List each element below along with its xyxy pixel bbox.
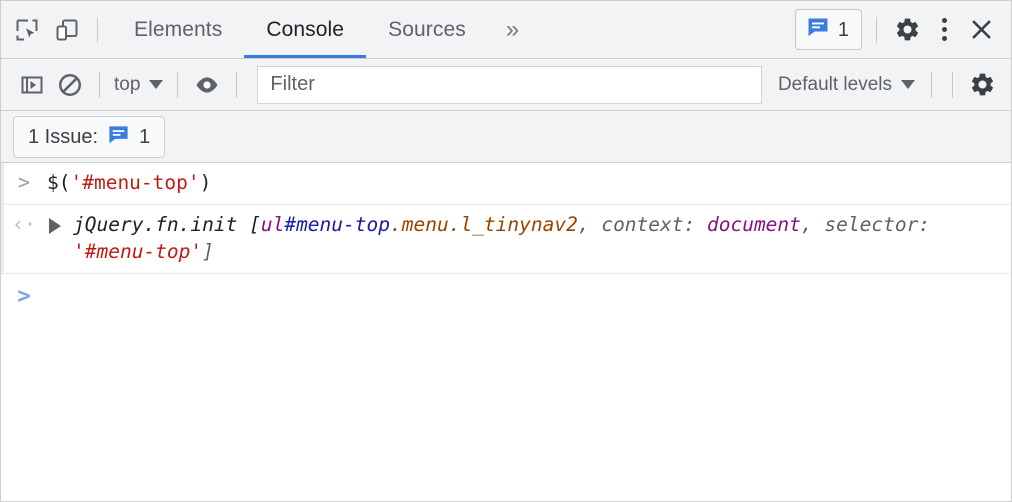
console-input-marker: > bbox=[1, 170, 47, 192]
code-token-string: '#menu-top' bbox=[73, 239, 203, 263]
chevron-down-icon bbox=[149, 80, 164, 89]
clear-console-icon[interactable] bbox=[51, 66, 89, 104]
issues-summary-count: 1 bbox=[139, 125, 151, 148]
log-levels-value: Default levels bbox=[777, 73, 892, 95]
code-token-string: '#menu-top' bbox=[70, 171, 200, 194]
issues-message-icon bbox=[806, 15, 830, 44]
filter-placeholder: Filter bbox=[270, 73, 315, 95]
panel-tabs: Elements Console Sources » bbox=[112, 1, 537, 58]
toolbar-divider-2 bbox=[876, 16, 877, 43]
execution-context-value: top bbox=[114, 73, 141, 95]
kebab-menu-icon[interactable] bbox=[927, 11, 961, 49]
live-expression-eye-icon[interactable] bbox=[188, 66, 226, 104]
log-levels-dropdown[interactable]: Default levels bbox=[768, 74, 921, 96]
prompt-chevron-icon: > bbox=[17, 170, 31, 194]
console-toolbar-divider-4 bbox=[931, 71, 932, 98]
prompt-chevron-icon: > bbox=[17, 283, 31, 309]
code-token: $( bbox=[47, 171, 71, 194]
return-arrow-icon: ‹· bbox=[11, 211, 37, 236]
more-tabs-button[interactable]: » bbox=[488, 1, 537, 58]
console-toolbar-divider-2 bbox=[177, 71, 179, 98]
console-toolbar-divider-5 bbox=[952, 71, 953, 98]
devtools-window: Elements Console Sources » 1 top Filter … bbox=[0, 0, 1012, 502]
code-token-tag: ul bbox=[260, 212, 285, 236]
console-result-marker: ‹· bbox=[1, 212, 47, 234]
console-message-result[interactable]: ‹· jQuery.fn.init [ul#menu-top.menu.l_ti… bbox=[1, 204, 1011, 274]
code-token: , selector: bbox=[800, 212, 942, 236]
issues-message-icon bbox=[107, 123, 130, 151]
code-token: , context: bbox=[577, 212, 707, 236]
device-toolbar-icon[interactable] bbox=[47, 10, 87, 50]
close-icon[interactable] bbox=[961, 10, 1001, 50]
console-sidebar-icon[interactable] bbox=[13, 66, 51, 104]
console-settings-gear-icon[interactable] bbox=[963, 66, 1001, 104]
console-input-text: $('#menu-top') bbox=[47, 170, 229, 197]
tab-console[interactable]: Console bbox=[244, 1, 366, 58]
code-token: ) bbox=[199, 171, 212, 194]
issues-summary-label: 1 Issue: bbox=[28, 125, 99, 148]
chevron-down-icon bbox=[901, 80, 915, 89]
console-output[interactable]: > $('#menu-top') ‹· jQuery.fn.init [ul#m… bbox=[1, 163, 1011, 501]
expand-triangle-icon[interactable] bbox=[49, 217, 61, 234]
console-toolbar-divider bbox=[99, 71, 100, 98]
code-token-id: #menu-top bbox=[284, 212, 390, 236]
issues-summary-button[interactable]: 1 Issue: 1 bbox=[13, 115, 166, 158]
console-prompt-row[interactable]: > bbox=[1, 273, 1011, 315]
code-token: jQuery.fn.init [ bbox=[73, 212, 261, 236]
console-result-text: jQuery.fn.init [ul#menu-top.menu.l_tinyn… bbox=[47, 212, 1011, 266]
console-toolbar: top Filter Default levels bbox=[1, 59, 1011, 111]
issues-badge-button[interactable]: 1 bbox=[794, 9, 862, 50]
code-token-class: .menu.l_tinynav2 bbox=[390, 212, 578, 236]
devtools-tabbar: Elements Console Sources » 1 bbox=[1, 1, 1011, 59]
issues-count: 1 bbox=[837, 18, 849, 41]
console-toolbar-divider-3 bbox=[236, 71, 238, 98]
issues-summary-bar: 1 Issue: 1 bbox=[1, 111, 1011, 163]
inspect-element-icon[interactable] bbox=[7, 10, 47, 50]
tab-elements[interactable]: Elements bbox=[112, 1, 244, 58]
code-token: ] bbox=[202, 239, 214, 263]
tab-sources[interactable]: Sources bbox=[366, 1, 488, 58]
code-token-keyword: document bbox=[706, 212, 801, 236]
filter-input[interactable]: Filter bbox=[257, 65, 762, 104]
execution-context-dropdown[interactable]: top bbox=[110, 74, 167, 96]
toolbar-divider bbox=[97, 16, 98, 43]
gear-icon[interactable] bbox=[887, 10, 927, 50]
console-message-input[interactable]: > $('#menu-top') bbox=[1, 163, 1011, 205]
console-prompt-marker: > bbox=[1, 284, 47, 308]
